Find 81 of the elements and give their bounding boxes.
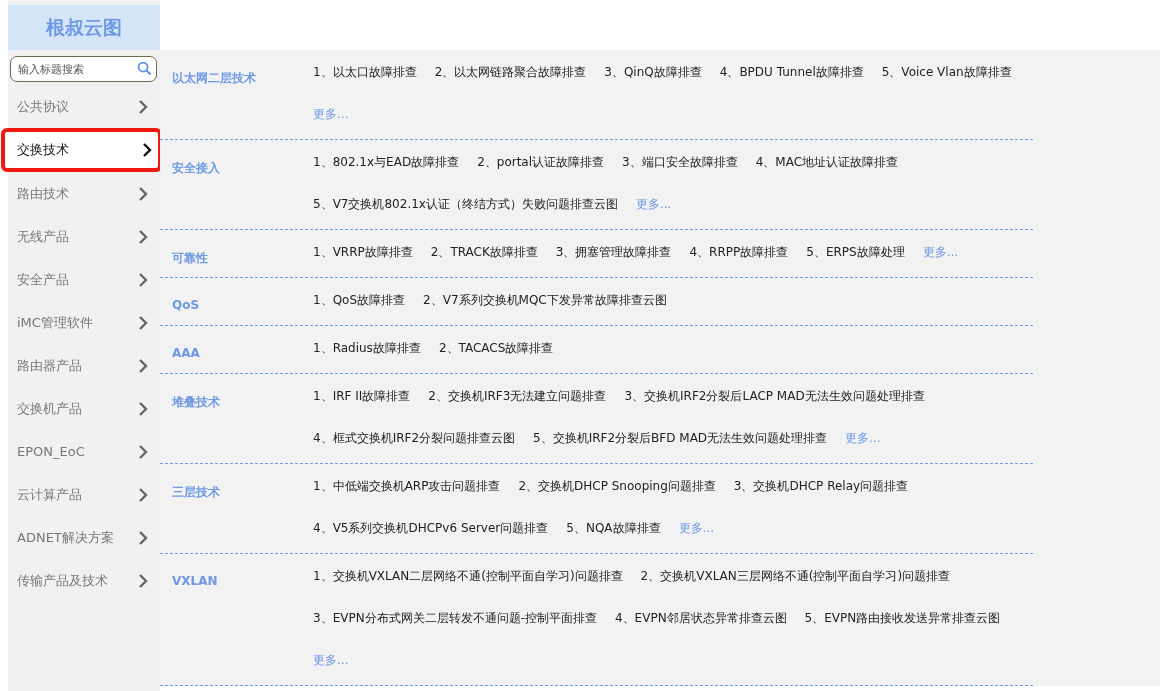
sidebar-item-label: 交换技术	[17, 141, 69, 159]
article-link[interactable]: 1、IRF II故障排查	[313, 387, 411, 405]
chevron-right-icon	[138, 529, 148, 546]
article-link[interactable]: 3、拥塞管理故障排查	[555, 243, 672, 261]
article-link[interactable]: 3、交换机DHCP Relay问题排查	[733, 477, 909, 495]
sidebar-item[interactable]: 无线产品	[8, 215, 160, 258]
chevron-right-icon	[142, 142, 152, 158]
article-link[interactable]: 5、NQA故障排查	[566, 519, 661, 537]
article-link[interactable]: 3、EVPN分布式网关二层转发不通问题-控制平面排查	[313, 609, 597, 627]
sidebar-item[interactable]: 云计算产品	[8, 473, 160, 516]
article-link[interactable]: 2、TACACS故障排查	[438, 339, 554, 357]
sidebar-item[interactable]: 传输产品及技术	[8, 559, 160, 602]
chevron-right-icon	[138, 228, 148, 245]
article-link[interactable]: 4、BPDU Tunnel故障排查	[719, 63, 864, 81]
article-link[interactable]: 1、QoS故障排查	[313, 291, 406, 309]
article-link[interactable]: 2、交换机DHCP Snooping问题排查	[518, 477, 716, 495]
chevron-right-icon	[138, 443, 148, 460]
section-title: 安全接入	[171, 160, 221, 177]
sidebar-item-label: EPON_EoC	[17, 444, 85, 459]
sidebar-item-label: 传输产品及技术	[17, 571, 108, 590]
article-link[interactable]: 3、QinQ故障排查	[604, 63, 702, 81]
article-link[interactable]: 1、以太口故障排查	[313, 63, 417, 81]
article-link[interactable]: 1、交换机VXLAN二层网络不通(控制平面自学习)问题排查	[313, 567, 623, 585]
article-link[interactable]: 4、V5系列交换机DHCPv6 Server问题排查	[313, 519, 549, 537]
sidebar-item[interactable]: 公共协议	[8, 85, 160, 128]
chevron-right-icon	[138, 357, 148, 374]
section-title: 以太网二层技术	[171, 70, 257, 87]
sidebar-item[interactable]: iMC管理软件	[8, 301, 160, 344]
chevron-right-icon	[138, 314, 148, 331]
article-link[interactable]: 4、MAC地址认证故障排查	[755, 153, 899, 171]
sidebar-item-label: 无线产品	[17, 227, 69, 246]
chevron-right-icon	[138, 486, 148, 503]
article-link[interactable]: 4、框式交换机IRF2分裂问题排查云图	[313, 429, 516, 447]
sidebar-item-label: 云计算产品	[17, 485, 82, 504]
sidebar-item[interactable]: 交换技术	[1, 128, 162, 172]
sidebar-item[interactable]: ADNET解决方案	[8, 516, 160, 559]
sidebar-item-label: 交换机产品	[17, 399, 82, 418]
article-link[interactable]: 5、V7交换机802.1x认证（终结方式）失败问题排查云图	[313, 195, 618, 213]
sidebar-item-label: 公共协议	[17, 97, 69, 116]
sidebar-item[interactable]: EPON_EoC	[8, 430, 160, 473]
article-link[interactable]: 2、交换机IRF3无法建立问题排查	[428, 387, 607, 405]
brand-title: 根叔云图	[8, 5, 160, 50]
article-link[interactable]: 1、802.1x与EAD故障排查	[313, 153, 460, 171]
article-link[interactable]: 5、交换机IRF2分裂后BFD MAD无法生效问题处理排查	[533, 429, 828, 447]
chevron-right-icon	[138, 572, 148, 589]
article-link[interactable]: 5、ERPS故障处理	[806, 243, 905, 261]
article-link[interactable]: 2、以太网链路聚合故障排查	[434, 63, 587, 81]
article-link[interactable]: 1、中低端交换机ARP攻击问题排查	[313, 477, 501, 495]
sidebar-item-label: 路由器产品	[17, 356, 82, 375]
search-icon[interactable]	[137, 61, 152, 76]
search-field[interactable]: 输入标题搜索	[10, 56, 157, 82]
article-link[interactable]: 3、端口安全故障排查	[622, 153, 738, 171]
article-link[interactable]: 2、V7系列交换机MQC下发异常故障排查云图	[423, 291, 667, 309]
sidebar-item[interactable]: 交换机产品	[8, 387, 160, 430]
article-link[interactable]: 2、TRACK故障排查	[430, 243, 538, 261]
section-title: VXLAN	[171, 573, 219, 590]
article-link[interactable]: 5、EVPN路由接收发送异常排查云图	[804, 609, 1001, 627]
section-title: 三层技术	[171, 484, 221, 501]
section-title: 可靠性	[171, 250, 209, 267]
chevron-right-icon	[138, 271, 148, 288]
chevron-right-icon	[138, 98, 148, 115]
sidebar-item[interactable]: 路由技术	[8, 172, 160, 215]
sidebar-item[interactable]: 路由器产品	[8, 344, 160, 387]
section-title: QoS	[171, 297, 201, 314]
chevron-right-icon	[138, 185, 148, 202]
article-link[interactable]: 1、VRRP故障排查	[313, 243, 413, 261]
article-link[interactable]: 4、EVPN邻居状态异常排查云图	[614, 609, 787, 627]
sidebar-item-label: iMC管理软件	[17, 313, 93, 332]
article-link[interactable]: 1、Radius故障排查	[313, 339, 421, 357]
article-link[interactable]: 2、交换机VXLAN三层网络不通(控制平面自学习)问题排查	[640, 567, 951, 585]
article-link[interactable]: 5、Voice Vlan故障排查	[881, 63, 1012, 81]
section-title: AAA	[171, 345, 201, 362]
sidebar-item-label: 安全产品	[17, 270, 69, 289]
chevron-right-icon	[138, 400, 148, 417]
sidebar-item[interactable]: 安全产品	[8, 258, 160, 301]
sidebar-item-label: 路由技术	[17, 184, 69, 203]
article-link[interactable]: 4、RRPP故障排查	[689, 243, 789, 261]
article-link[interactable]: 2、portal认证故障排查	[477, 153, 605, 171]
section-title: 堆叠技术	[170, 394, 221, 411]
sidebar-item-label: ADNET解决方案	[17, 528, 114, 547]
article-link[interactable]: 3、交换机IRF2分裂后LACP MAD无法生效问题处理排查	[624, 387, 925, 405]
